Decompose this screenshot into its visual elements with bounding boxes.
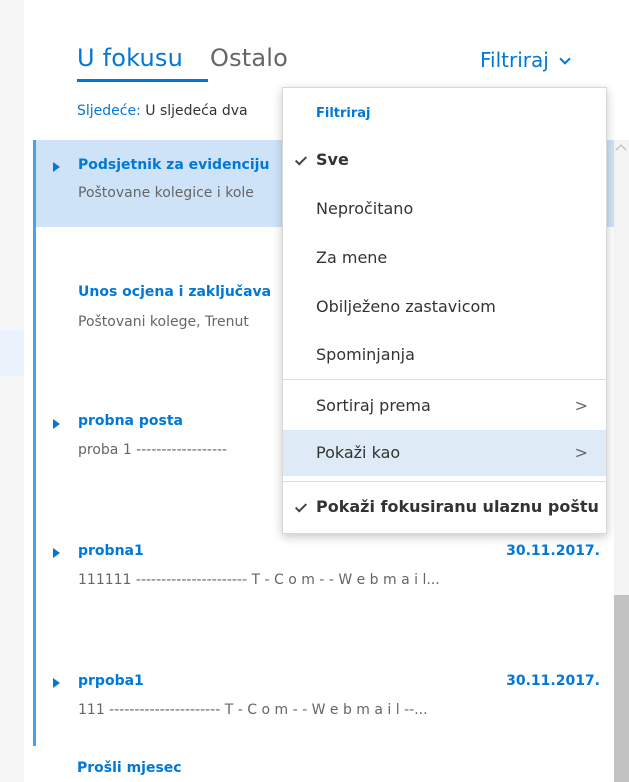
chevron-right-icon: >: [574, 443, 588, 462]
menu-divider: [283, 481, 606, 482]
menu-item-label: Pokaži kao: [316, 443, 401, 462]
section-header-last-month: Prošli mjesec: [77, 760, 182, 776]
filter-button-label: Filtriraj: [480, 48, 549, 72]
left-nav-indicator: [0, 330, 24, 376]
menu-item-all[interactable]: Sve: [283, 137, 606, 183]
menu-divider: [283, 379, 606, 380]
message-preview: Poštovani kolege, Trenut: [78, 314, 249, 330]
message-preview: proba 1 ------------------: [78, 442, 228, 458]
scrollbar-thumb[interactable]: [614, 595, 629, 782]
menu-item-mentions[interactable]: Spominjanja: [283, 332, 606, 378]
tab-focused[interactable]: U fokusu: [77, 44, 183, 72]
menu-item-unread[interactable]: Nepročitano: [283, 186, 606, 232]
unread-indicator: [33, 616, 36, 746]
expand-caret-icon[interactable]: [53, 419, 60, 429]
menu-item-label: Sortiraj prema: [316, 396, 431, 415]
unread-indicator: [33, 356, 36, 486]
menu-item-label: Sve: [316, 150, 349, 169]
message-subject: Unos ocjena i zaključava: [78, 284, 272, 300]
checkmark-icon: [294, 153, 308, 166]
chevron-down-icon: [559, 53, 571, 65]
filter-button[interactable]: Filtriraj: [480, 48, 571, 72]
unread-indicator: [33, 227, 36, 356]
scroll-up-icon[interactable]: [615, 144, 627, 156]
menu-item-flagged[interactable]: Obilježeno zastavicom: [283, 284, 606, 330]
filter-dropdown-menu: Filtriraj Sve Nepročitano Za mene Obilje…: [282, 87, 607, 534]
next-event-text: U sljedeća dva: [145, 103, 248, 119]
message-preview: 111 ---------------------- T - C o m - -…: [78, 702, 428, 718]
checkmark-icon: [294, 500, 308, 513]
message-subject: prpoba1: [78, 673, 144, 689]
menu-item-label: Spominjanja: [316, 345, 415, 364]
left-nav-strip: [0, 0, 24, 782]
menu-header: Filtriraj: [316, 106, 371, 121]
expand-caret-icon[interactable]: [53, 678, 60, 688]
menu-item-label: Nepročitano: [316, 199, 414, 218]
menu-item-to-me[interactable]: Za mene: [283, 235, 606, 281]
next-event-bar[interactable]: Sljedeće: U sljedeća dva: [77, 103, 248, 119]
message-subject: probna posta: [78, 413, 183, 429]
menu-item-sort-by[interactable]: Sortiraj prema >: [283, 383, 606, 429]
unread-indicator: [33, 140, 36, 227]
chevron-right-icon: >: [574, 396, 588, 415]
expand-caret-icon[interactable]: [53, 548, 60, 558]
menu-item-label: Pokaži fokusiranu ulaznu poštu: [316, 497, 599, 516]
message-date: 30.11.2017.: [506, 543, 600, 559]
message-subject: Podsjetnik za evidenciju: [78, 157, 270, 173]
message-date: 30.11.2017.: [506, 673, 600, 689]
tab-other[interactable]: Ostalo: [210, 44, 288, 72]
active-tab-underline: [77, 79, 208, 82]
next-event-label: Sljedeće:: [77, 103, 141, 119]
expand-caret-icon[interactable]: [53, 162, 60, 172]
message-subject: probna1: [78, 543, 144, 559]
menu-item-show-focused-inbox[interactable]: Pokaži fokusiranu ulaznu poštu: [283, 484, 606, 530]
menu-item-show-as[interactable]: Pokaži kao >: [283, 430, 606, 476]
unread-indicator: [33, 486, 36, 616]
menu-item-label: Za mene: [316, 248, 388, 267]
message-item[interactable]: prpoba1 30.11.2017. 111 ----------------…: [33, 616, 614, 746]
message-preview: 111111 ---------------------- T - C o m …: [78, 572, 440, 588]
message-preview: Poštovane kolegice i kole: [78, 185, 254, 201]
scrollbar[interactable]: [614, 140, 629, 782]
menu-item-label: Obilježeno zastavicom: [316, 297, 496, 316]
